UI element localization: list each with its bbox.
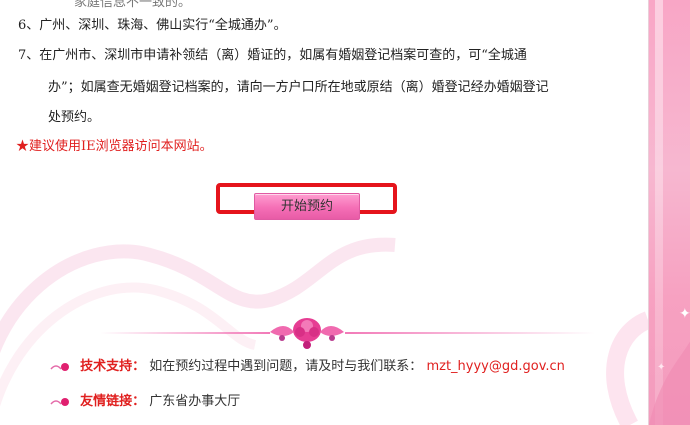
main-content: 家庭信息不一致的。 6、广州、深圳、珠海、佛山实行“全城通办”。 7、在广州市、… xyxy=(0,0,648,425)
tech-support-row: 技术支持： 如在预约过程中遇到问题，请及时与我们联系： mzt_hyyy@gd.… xyxy=(50,355,565,374)
start-appointment-label: 开始预约 xyxy=(280,199,333,214)
rule-item-7-line-3: 处预约。 xyxy=(48,110,101,125)
tech-support-text: 如在预约过程中遇到问题，请及时与我们联系： xyxy=(149,359,423,374)
strip-stars-art: ✦ ✦ xyxy=(649,306,690,425)
browser-notice-text: 建议使用IE浏览器访问本网站。 xyxy=(29,139,213,154)
rule-item-5-tail: 家庭信息不一致的。 xyxy=(74,0,192,10)
flower-ornament-icon xyxy=(270,318,344,349)
browser-notice: ★建议使用IE浏览器访问本网站。 xyxy=(16,136,213,158)
right-decorative-strip: ✦ ✦ xyxy=(648,0,690,425)
rule-item-6: 6、广州、深圳、珠海、佛山实行“全城通办”。 xyxy=(18,18,287,33)
footer-divider-left xyxy=(100,332,270,334)
support-email-link[interactable]: mzt_hyyy@gd.gov.cn xyxy=(426,359,564,374)
guangdong-service-hall-link[interactable]: 广东省办事大厅 xyxy=(149,394,240,409)
rule-item-7-line-1: 7、在广州市、深圳市申请补领结（离）婚证的，如属有婚姻登记档案可查的，可“全城通 xyxy=(18,48,527,63)
svg-text:✦: ✦ xyxy=(657,362,665,373)
star-icon: ★ xyxy=(16,139,30,154)
start-appointment-button[interactable]: 开始预约 xyxy=(254,193,360,220)
rule-item-7-line-2: 办”；如属查无婚姻登记档案的，请向一方户口所在地或原结（离）婚登记经办婚姻登记 xyxy=(48,80,549,95)
friend-links-label: 友情链接： xyxy=(80,394,146,409)
rose-bullet-icon xyxy=(50,362,69,371)
tech-support-label: 技术支持： xyxy=(80,359,146,374)
friend-links-row: 友情链接： 广东省办事大厅 xyxy=(50,390,240,409)
svg-text:✦: ✦ xyxy=(679,306,690,322)
rose-bullet-icon xyxy=(50,397,69,406)
footer-divider-right xyxy=(345,332,595,334)
